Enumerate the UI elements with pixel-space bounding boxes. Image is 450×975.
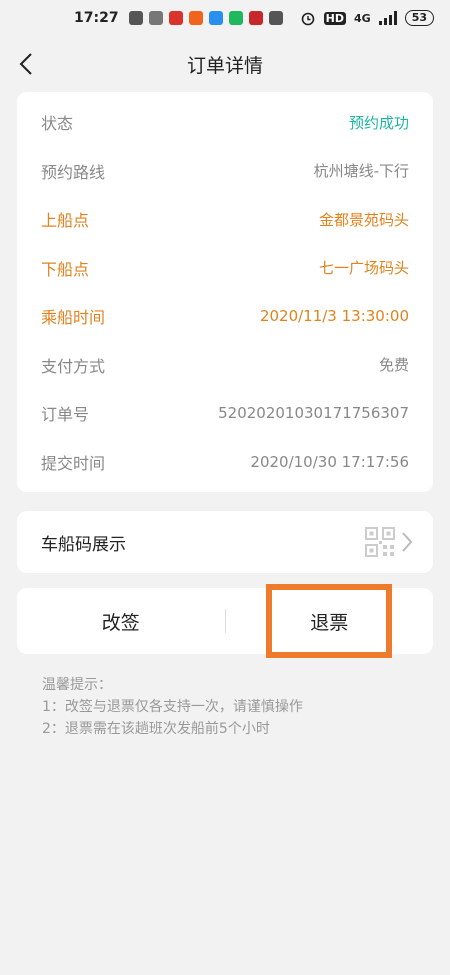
status-app-icons [128,11,283,25]
title-bar: 订单详情 [0,36,450,92]
back-button[interactable] [12,50,40,78]
app-icon [148,11,163,25]
qr-code-entry[interactable]: 车船码展示 [17,511,433,573]
chevron-left-icon [19,53,32,75]
order-detail-card: 状态 预约成功 预约路线 杭州塘线-下行 上船点 金都景苑码头 下船点 七一广场… [17,92,433,492]
action-card: 改签 退票 [17,584,434,658]
row-submit-time: 提交时间 2020/10/30 17:17:56 [41,438,409,487]
alarm-icon [301,12,314,26]
row-label: 下船点 [41,259,90,279]
message-icon [268,11,283,25]
message-icon [128,11,143,25]
row-payment-method: 支付方式 免费 [41,341,409,390]
row-alighting-point: 下船点 七一广场码头 [41,244,409,293]
payment-method-value: 免费 [378,356,409,375]
chevron-right-icon [402,532,413,552]
status-time: 17:27 [74,10,119,26]
submit-time-value: 2020/10/30 17:17:56 [250,452,409,471]
qr-code-icon [365,527,395,557]
page-title: 订单详情 [186,54,263,77]
app-icon [168,11,183,25]
boarding-point-value: 金都景苑码头 [318,210,409,229]
refund-button[interactable]: 退票 [226,588,434,654]
change-ticket-button[interactable]: 改签 [17,588,225,654]
tips: 温馨提示： 1：改签与退票仅各支持一次，请谨慎操作 2：退票需在该趟班次发船前5… [42,674,450,740]
status-right: HD 4G 53 [300,10,434,26]
app-icon [208,11,223,25]
status-value: 预约成功 [348,113,409,132]
battery-indicator: 53 [404,10,434,26]
signal-icon [378,11,397,25]
row-label: 预约路线 [41,162,106,182]
network-label: 4G [354,11,371,25]
row-label: 状态 [41,114,74,134]
row-departure-time: 乘船时间 2020/11/3 13:30:00 [41,292,409,341]
app-icon [228,11,243,25]
tips-line: 2：退票需在该趟班次发船前5个小时 [42,721,270,737]
row-label: 乘船时间 [41,308,106,328]
row-label: 订单号 [41,405,90,425]
row-order-number: 订单号 52020201030171756307 [41,389,409,438]
route-value: 杭州塘线-下行 [313,162,409,181]
alighting-point-value: 七一广场码头 [318,259,409,278]
qr-code-indicator [365,527,413,557]
tips-title: 温馨提示： [42,677,112,693]
departure-time-value: 2020/11/3 13:30:00 [259,307,409,326]
row-label: 上船点 [41,211,90,231]
mi-icon [188,11,203,25]
order-number-value: 52020201030171756307 [218,404,409,423]
qr-code-label: 车船码展示 [41,534,126,555]
row-status: 状态 预约成功 [41,98,409,147]
row-label: 支付方式 [41,356,106,376]
status-bar: 17:27 HD 4G 53 [0,0,450,36]
row-boarding-point: 上船点 金都景苑码头 [41,195,409,244]
row-label: 提交时间 [41,453,106,473]
hd-badge: HD [323,11,346,25]
tips-line: 1：改签与退票仅各支持一次，请谨慎操作 [42,699,303,715]
row-route: 预约路线 杭州塘线-下行 [41,147,409,196]
app-icon [248,11,263,25]
